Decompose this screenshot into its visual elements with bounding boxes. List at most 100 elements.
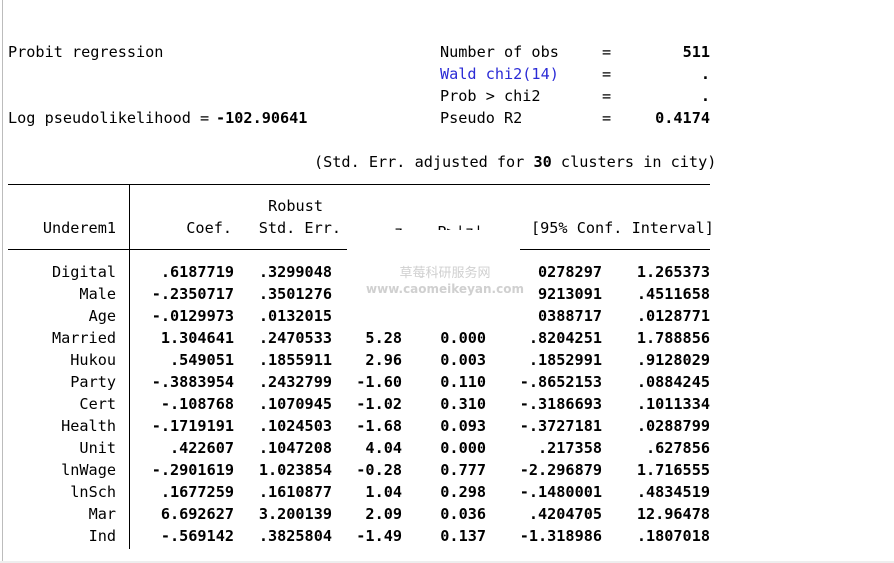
cell-ci-high: .9128029 [636,351,710,369]
cell-z: 4.04 [365,439,402,457]
cell-ci-high: 1.716555 [636,461,710,479]
cell-ci-low: .8204251 [528,329,602,347]
cell-z: 2.96 [365,351,402,369]
cell-coef: -.569142 [160,527,234,545]
cell-ci-high: .627856 [645,439,710,457]
log-pseudolikelihood-label: Log pseudolikelihood = [8,109,210,127]
cell-se: .1024503 [258,417,332,435]
cell-se: .3501276 [258,285,332,303]
model-title: Probit regression [8,43,164,61]
table-column-divider [129,184,130,549]
cell-ci-high: .4511658 [636,285,710,303]
col-header-z: z [370,222,403,230]
cell-z: 1.04 [365,483,402,501]
cell-coef: -.3883954 [151,373,234,391]
stat-value-wald: . [700,65,710,83]
cell-z: -1.02 [356,395,402,413]
cell-p: 0.110 [440,373,486,391]
cell-p: 0.093 [440,417,486,435]
cell-z: -1.68 [356,417,402,435]
cell-coef: -.2350717 [151,285,234,303]
cell-z: -1.60 [356,373,402,391]
table-header-rule-right [520,249,710,250]
col-header-robust: Robust [268,197,323,215]
cell-coef: -.2901619 [151,461,234,479]
stat-value-prob: . [700,87,710,105]
cell-z: -1.49 [356,527,402,545]
table-header-rule-left [8,249,129,250]
cell-se: .3299048 [258,263,332,281]
watermark-cn: 草莓科研服务网 [399,266,491,281]
cell-ci-high: 1.788856 [636,329,710,347]
cell-p: 0.777 [440,461,486,479]
cell-ci-high: .1011334 [636,395,710,413]
cell-ci-low: .4204705 [528,505,602,523]
stat-label-prob: Prob > chi2 [440,87,541,105]
row-variable-name: Male [79,285,116,303]
cell-ci-low: -2.296879 [519,461,602,479]
cell-ci-high: .0884245 [636,373,710,391]
stat-eq: = [602,87,612,105]
cell-z: 2.09 [365,505,402,523]
cell-ci-low: -.3186693 [519,395,602,413]
col-header-p: P>|z| [430,222,483,230]
cell-se: .2470533 [258,329,332,347]
row-variable-name: lnSch [70,483,116,501]
row-variable-name: Mar [88,505,116,523]
cell-se: 3.200139 [258,505,332,523]
stat-label-wald-link[interactable]: Wald chi2(14) [440,64,559,84]
stat-label-nobs: Number of obs [440,43,559,61]
cell-ci-low: .1852991 [528,351,602,369]
cell-coef: .422607 [169,439,234,457]
cell-ci-high: .4834519 [636,483,710,501]
row-variable-name: Digital [51,263,116,281]
cell-p: 0.298 [440,483,486,501]
watermark-url: www.caomeikeyan.com [366,282,524,296]
cell-p: 0.000 [440,329,486,347]
row-variable-name: Hukou [70,351,116,369]
stat-eq: = [602,109,612,127]
row-variable-name: lnWage [61,461,116,479]
row-variable-name: Age [88,307,116,325]
col-header-se: Std. Err. [258,219,341,237]
cell-se: .1610877 [258,483,332,501]
cell-ci-low: -.1480001 [519,483,602,501]
cell-ci-high: 1.265373 [636,263,710,281]
depvar-label: Underem1 [42,219,116,237]
cell-coef: 6.692627 [160,505,234,523]
window-left-border [2,0,3,563]
stat-label-pseudo-r2: Pseudo R2 [440,109,523,127]
cell-se: .0132015 [258,307,332,325]
cell-coef: 1.304641 [160,329,234,347]
row-variable-name: Unit [79,439,116,457]
cell-se: .2432799 [258,373,332,391]
cell-ci-high: .0128771 [636,307,710,325]
stat-value-pseudo-r2: 0.4174 [655,109,710,127]
cell-coef: -.108768 [160,395,234,413]
cell-ci-high: .0288799 [636,417,710,435]
cell-se: .1855911 [258,351,332,369]
cell-se: .1047208 [258,439,332,457]
cell-ci-low: -.8652153 [519,373,602,391]
row-variable-name: Cert [79,395,116,413]
cell-p: 0.003 [440,351,486,369]
stat-value-nobs: 511 [682,43,710,61]
stat-eq: = [602,43,612,61]
table-header-rule-mid [129,249,347,250]
stat-eq: = [602,65,612,83]
cell-ci-high: 12.96478 [636,505,710,523]
cell-p: 0.000 [440,439,486,457]
cell-coef: -.0129973 [151,307,234,325]
cluster-note: (Std. Err. adjusted for 30 clusters in c… [314,152,716,172]
col-header-ci: [95% Conf. Interval] [531,219,714,237]
cluster-note-suffix: clusters in city) [560,153,717,171]
row-variable-name: Ind [88,527,116,545]
cluster-count: 30 [533,153,552,171]
cell-ci-low: .217358 [537,439,602,457]
cell-ci-low: -1.318986 [519,527,602,545]
col-header-coef: Coef. [186,219,232,237]
cell-ci-high: .1807018 [636,527,710,545]
log-pseudolikelihood-value: -102.90641 [216,109,308,127]
cell-coef: -.1719191 [151,417,234,435]
cell-se: .1070945 [258,395,332,413]
